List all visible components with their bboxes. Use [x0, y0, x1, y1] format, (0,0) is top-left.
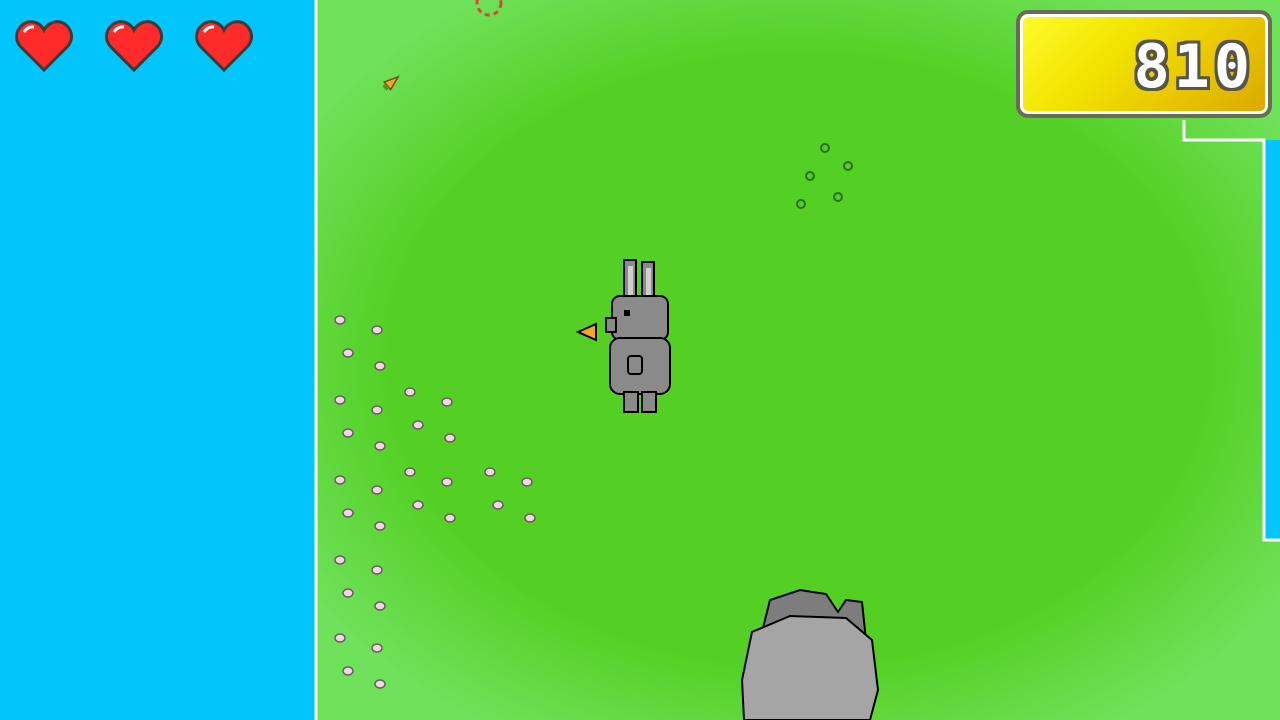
pebble: [371, 643, 383, 653]
pebble: [484, 467, 496, 477]
pebble: [371, 565, 383, 575]
pebble: [371, 405, 383, 415]
pebble: [342, 508, 354, 518]
water-left: [0, 0, 316, 720]
pebble: [444, 513, 456, 523]
pebble: [334, 475, 346, 485]
lives-hearts: [14, 18, 254, 74]
pebble: [441, 397, 453, 407]
pebble: [412, 500, 424, 510]
pebble: [492, 500, 504, 510]
score-value: 810: [1133, 32, 1254, 102]
pebble: [374, 441, 386, 451]
pebble: [334, 633, 346, 643]
pebble: [524, 513, 536, 523]
pebble: [334, 315, 346, 325]
pebble: [521, 477, 533, 487]
pebble: [374, 679, 386, 689]
pebble: [342, 588, 354, 598]
pebble: [412, 420, 424, 430]
pebble: [404, 467, 416, 477]
heart-icon: [104, 18, 164, 74]
pebble: [374, 601, 386, 611]
pebble: [342, 666, 354, 676]
pebble: [374, 361, 386, 371]
pebble: [444, 433, 456, 443]
pebble: [371, 485, 383, 495]
heart-icon: [194, 18, 254, 74]
pebble: [371, 325, 383, 335]
pebble: [441, 477, 453, 487]
pebble: [334, 555, 346, 565]
score-panel: 810: [1016, 10, 1272, 118]
pebble: [334, 395, 346, 405]
pebble: [342, 348, 354, 358]
heart-icon: [14, 18, 74, 74]
pebble: [374, 521, 386, 531]
pebble: [342, 428, 354, 438]
pebble: [404, 387, 416, 397]
